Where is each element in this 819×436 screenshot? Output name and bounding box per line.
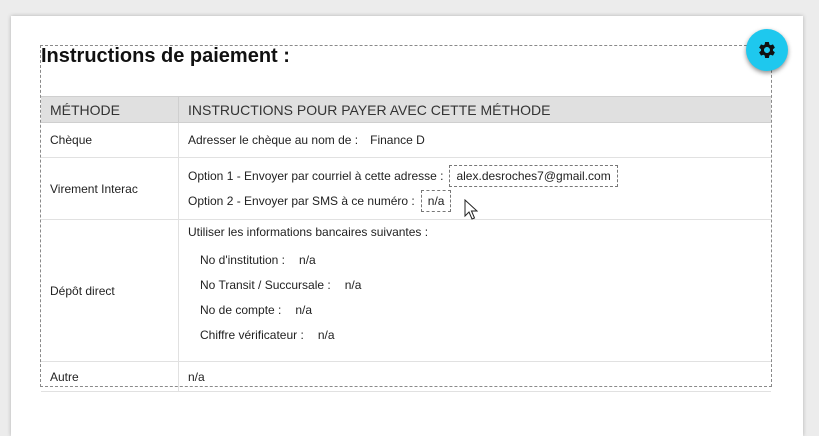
bank-field-account: No de compte : n/a [200, 303, 771, 317]
bank-field-value[interactable]: n/a [295, 303, 312, 317]
method-cheque: Chèque [41, 122, 179, 158]
bank-field-label: No de compte : [200, 303, 282, 317]
bank-field-value[interactable]: n/a [345, 278, 362, 292]
bank-field-label: Chiffre vérificateur : [200, 328, 304, 342]
cheque-label: Adresser le chèque au nom de : [188, 133, 359, 147]
payment-instructions-table: MÉTHODE INSTRUCTIONS POUR PAYER AVEC CET… [41, 96, 771, 392]
bank-field-institution: No d'institution : n/a [200, 253, 771, 267]
page-title: Instructions de paiement : [41, 45, 290, 67]
interac-option1-label: Option 1 - Envoyer par courriel à cette … [188, 169, 444, 183]
settings-button[interactable] [746, 29, 788, 71]
gear-icon [759, 41, 775, 58]
bank-field-transit: No Transit / Succursale : n/a [200, 278, 771, 292]
interac-email-field[interactable]: alex.desroches7@gmail.com [449, 165, 618, 187]
bank-field-label: No d'institution : [200, 253, 286, 267]
table-row-interac: Virement Interac Option 1 - Envoyer par … [41, 157, 771, 220]
table-header-row: MÉTHODE INSTRUCTIONS POUR PAYER AVEC CET… [41, 96, 771, 123]
autre-instructions[interactable]: n/a [178, 361, 771, 392]
depot-instructions: Utiliser les informations bancaires suiv… [178, 219, 771, 362]
bank-field-check-digit: Chiffre vérificateur : n/a [200, 328, 771, 342]
mouse-pointer-icon [464, 199, 478, 220]
method-interac: Virement Interac [41, 157, 179, 220]
column-header-method: MÉTHODE [41, 96, 179, 123]
cheque-instructions: Adresser le chèque au nom de : Finance D [178, 122, 771, 158]
table-row-cheque: Chèque Adresser le chèque au nom de : Fi… [41, 122, 771, 158]
interac-sms-field[interactable]: n/a [420, 190, 452, 212]
depot-intro: Utiliser les informations bancaires suiv… [188, 225, 429, 239]
interac-option2-label: Option 2 - Envoyer par SMS à ce numéro : [188, 194, 415, 208]
cheque-payee[interactable]: Finance D [370, 133, 425, 147]
method-autre: Autre [41, 361, 179, 392]
method-depot: Dépôt direct [41, 219, 179, 362]
column-header-instructions: INSTRUCTIONS POUR PAYER AVEC CETTE MÉTHO… [178, 96, 771, 123]
bank-field-label: No Transit / Succursale : [200, 278, 331, 292]
bank-field-value[interactable]: n/a [299, 253, 316, 267]
bank-field-value[interactable]: n/a [318, 328, 335, 342]
table-row-autre: Autre n/a [41, 361, 771, 392]
table-row-depot: Dépôt direct Utiliser les informations b… [41, 219, 771, 362]
